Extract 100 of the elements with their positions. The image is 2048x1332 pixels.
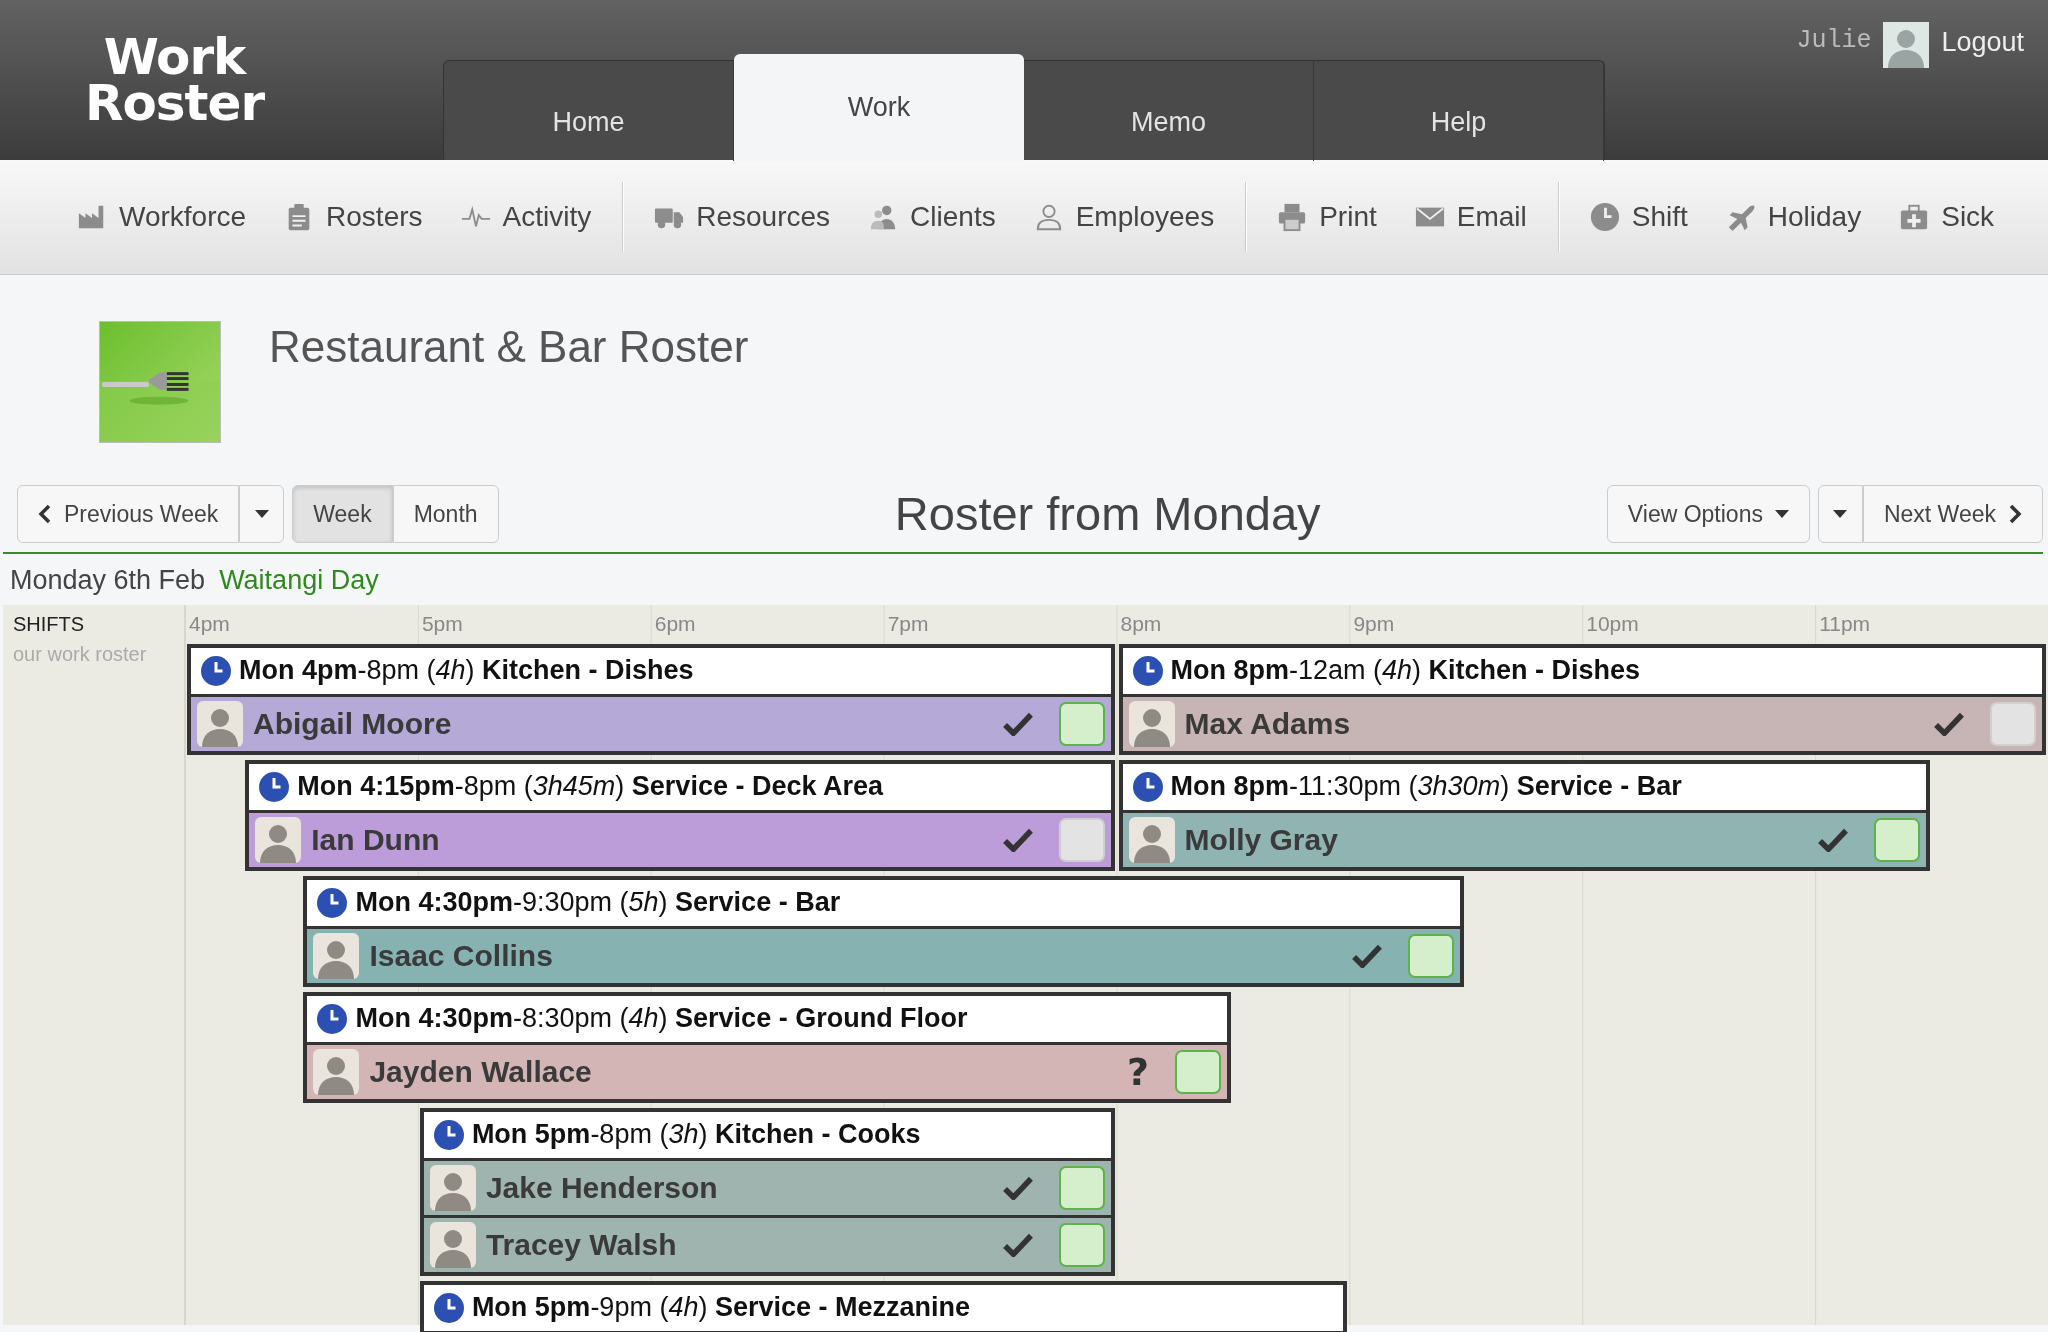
checkbox[interactable] [1873,817,1920,862]
toolbar-link[interactable]: Workforce [119,196,247,238]
shift-card[interactable]: Mon 4:30pm-8:30pm (4h) Service - Ground Floor Jayden Wallace ? [303,991,1231,1103]
checkbox[interactable] [1058,1222,1105,1267]
toolbar-link[interactable]: Employees [1075,196,1215,238]
hour-label: 9pm [1352,610,1396,637]
employee-name: Tracey Walsh [485,1227,678,1263]
caret-icon [1833,510,1848,518]
view-options-button[interactable]: View Options [1606,485,1810,543]
shift-card[interactable]: Mon 4pm-8pm (4h) Kitchen - Dishes Abigail Moore [187,643,1115,755]
hour-label: 6pm [653,610,697,637]
clock-icon [317,1003,348,1034]
shift-card[interactable]: Mon 5pm-9pm (4h) Service - Mezzanine [419,1280,1348,1332]
clock-icon [433,1119,464,1150]
toolbar-link[interactable]: Clients [910,196,996,238]
caret-icon [254,510,269,518]
hour-label: 4pm [188,610,231,637]
avatar-icon [429,1164,476,1211]
employee-name: Isaac Collins [369,938,554,974]
view-toggle[interactable]: Month [392,485,499,543]
hour-label: 8pm [1119,610,1163,637]
shift-card[interactable]: Mon 4:30pm-9:30pm (5h) Service - Bar Isaac Collins [303,875,1464,987]
avatar-icon [313,1048,360,1095]
avatar-icon [1883,22,1930,68]
avatar-icon [1128,816,1175,863]
caret-icon [1774,510,1789,518]
clock-icon [433,1292,464,1323]
avatar-icon [1128,700,1175,747]
toolbar-link[interactable]: Sick [1941,196,1995,238]
toolbar-link[interactable]: Print [1319,196,1377,238]
shift-card[interactable]: Mon 5pm-8pm (3h) Kitchen - Cooks Jake Henderson Tracey Walsh [419,1107,1115,1276]
clock-icon [201,655,231,686]
shift-title: Mon 4:30pm-8:30pm (4h) Service - Ground Floor [355,1002,968,1036]
next-week-button[interactable]: Next Week [1862,485,2043,543]
assignment-row[interactable]: Jake Henderson [423,1157,1111,1215]
shift-card[interactable]: Mon 8pm-12am (4h) Kitchen - Dishes Max Adams [1118,643,2046,755]
clock-icon [1589,202,1620,232]
view-toggle[interactable]: Week [292,485,393,543]
toolbar-link[interactable]: Email [1456,196,1527,238]
chevron-left-icon [38,504,52,524]
logout-link[interactable]: Logout [1941,22,2024,63]
dropdown-button[interactable] [239,485,285,543]
avatar-icon [255,816,302,863]
assignment-row[interactable]: Isaac Collins [307,925,1460,983]
toolbar-link[interactable]: Shift [1631,196,1688,238]
status-mark: ? [1126,1052,1149,1091]
holiday-label: Waitangi Day [219,564,379,597]
previous-week-button[interactable]: Previous Week [17,485,240,543]
roster-subtitle: our work roster [13,641,148,667]
clock-icon [317,887,348,918]
assignment-row[interactable]: Jayden Wallace ? [307,1041,1227,1099]
employee-name: Ian Dunn [311,822,441,858]
checkbox[interactable] [1990,701,2036,746]
toolbar-link[interactable]: Resources [696,196,831,238]
shift-title: Mon 8pm-11:30pm (3h30m) Service - Bar [1170,770,1682,804]
shift-title: Mon 4pm-8pm (4h) Kitchen - Dishes [239,654,694,688]
day-date: Monday 6th Feb [10,564,206,597]
logo[interactable]: Work Roster [82,34,267,126]
employee-name: Molly Gray [1184,822,1339,858]
checkbox[interactable] [1407,933,1454,978]
roster-title: Restaurant & Bar Roster [269,321,749,373]
user-name: Julie [1796,25,1872,57]
employee-name: Max Adams [1184,706,1352,742]
toolbar-link[interactable]: Rosters [326,196,423,238]
toolbar-link[interactable]: Holiday [1767,196,1862,238]
hour-label: 5pm [420,610,464,637]
checkbox[interactable] [1058,817,1105,862]
roster-heading: Roster from Monday [893,485,1322,542]
assignment-row[interactable]: Tracey Walsh [423,1214,1111,1272]
employee-name: Jake Henderson [485,1170,719,1206]
checkbox[interactable] [1174,1049,1221,1094]
clock-icon [259,771,290,802]
shift-card[interactable]: Mon 8pm-11:30pm (3h30m) Service - Bar Molly Gray [1118,759,1930,871]
assignment-row[interactable]: Molly Gray [1122,809,1926,867]
printer-icon [1277,202,1308,232]
avatar-icon [197,700,243,747]
dropdown-button[interactable] [1817,485,1863,543]
checkbox[interactable] [1058,701,1105,746]
clock-icon [1132,655,1163,686]
shift-title: Mon 5pm-9pm (4h) Service - Mezzanine [471,1291,971,1325]
clock-icon [1132,771,1163,802]
employee-name: Jayden Wallace [369,1054,593,1090]
nav-tab[interactable]: Work [734,54,1024,161]
toolbar-link[interactable]: Activity [502,196,592,238]
assignment-row[interactable]: Ian Dunn [249,809,1111,867]
checkbox[interactable] [1058,1165,1105,1210]
shift-title: Mon 5pm-8pm (3h) Kitchen - Cooks [471,1118,921,1152]
avatar-icon [429,1221,476,1268]
assignment-row[interactable]: Abigail Moore [191,693,1111,751]
assignment-row[interactable]: Max Adams [1122,693,2042,751]
chevron-right-icon [2008,504,2022,524]
shift-title: Mon 4:30pm-9:30pm (5h) Service - Bar [355,886,841,920]
shifts-label: SHIFTS [13,611,86,637]
medkit-icon [1899,202,1930,232]
hour-label: 10pm [1585,610,1640,637]
shift-title: Mon 4:15pm-8pm (3h45m) Service - Deck Area [297,770,883,804]
shift-card[interactable]: Mon 4:15pm-8pm (3h45m) Service - Deck Area Ian Dunn [245,759,1115,871]
hour-label: 7pm [886,610,930,637]
employee-name: Abigail Moore [253,706,453,742]
avatar-icon [313,932,360,979]
